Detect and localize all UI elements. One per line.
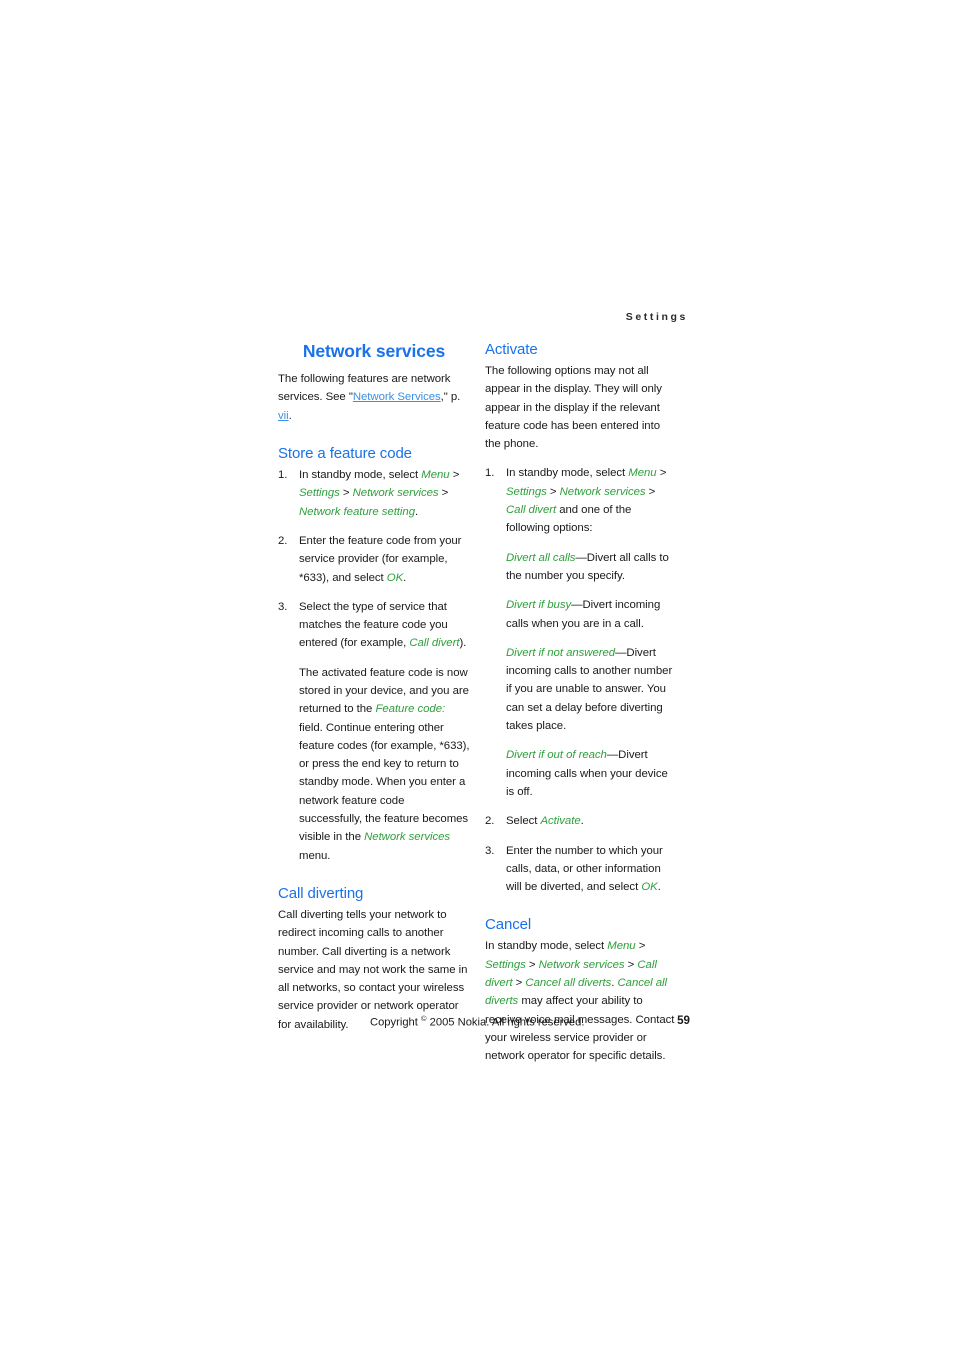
step-subparagraph: The activated feature code is now stored… bbox=[299, 664, 470, 865]
numbered-step: 2. Select Activate. bbox=[485, 812, 677, 830]
body-text: Enter the feature code from your service… bbox=[299, 534, 462, 584]
body-text: In standby mode, select bbox=[485, 940, 608, 953]
numbered-step: 1. In standby mode, select Menu > Setting… bbox=[278, 466, 470, 521]
numbered-step: 3. Select the type of service that matche… bbox=[278, 598, 470, 865]
section-heading-activate: Activate bbox=[485, 341, 538, 358]
body-text: Enter the number to which your calls, da… bbox=[506, 844, 663, 894]
path-separator: > bbox=[624, 958, 638, 971]
activate-intro-paragraph: The following options may not all appear… bbox=[485, 365, 662, 451]
option-definition: Divert if busy—Divert incoming calls whe… bbox=[485, 596, 677, 633]
ui-reference: Network services bbox=[538, 958, 625, 971]
body-text: . bbox=[580, 815, 584, 828]
ui-reference: Settings bbox=[299, 487, 340, 500]
xref-network-services[interactable]: Network Services bbox=[353, 391, 441, 403]
body-text: menu. bbox=[299, 849, 331, 862]
body-text: In standby mode, select bbox=[299, 469, 422, 482]
body-text: . bbox=[414, 505, 419, 518]
section-heading-store-a-feature-code: Store a feature code bbox=[278, 445, 412, 463]
ui-reference: Divert all calls bbox=[506, 551, 576, 564]
ui-reference: OK bbox=[386, 571, 404, 584]
body-text: —Divert incoming calls to another number… bbox=[506, 646, 673, 733]
ui-reference: Divert if busy bbox=[506, 599, 572, 612]
ui-reference: Call divert bbox=[506, 504, 557, 517]
manual-page: Settings Network services The following … bbox=[0, 0, 954, 1351]
ui-reference: Activate bbox=[540, 815, 581, 828]
path-separator: > bbox=[645, 485, 656, 498]
body-text: field. Continue entering other feature c… bbox=[299, 721, 470, 844]
path-separator: > bbox=[512, 977, 526, 990]
ui-reference: Divert if out of reach bbox=[506, 749, 607, 762]
right-column: Activate The following options may not a… bbox=[485, 341, 677, 1066]
step-text: Enter the feature code from your service… bbox=[299, 535, 461, 584]
ui-reference: Network services bbox=[364, 831, 451, 844]
option-definition: Divert if out of reach—Divert incoming c… bbox=[485, 746, 677, 801]
step-text: In standby mode, select Menu > Settings … bbox=[299, 469, 459, 518]
option-definition: Divert if not answered—Divert incoming c… bbox=[485, 644, 677, 735]
step-text: Enter the number to which your calls, da… bbox=[506, 845, 663, 894]
path-separator: > bbox=[546, 485, 560, 498]
ui-reference: Divert if not answered bbox=[506, 646, 616, 659]
copyright-text-before: Copyright bbox=[370, 1016, 421, 1029]
numbered-step: 3. Enter the number to which your calls, … bbox=[485, 842, 677, 897]
ui-reference: Call divert bbox=[409, 637, 460, 650]
step-text: Select Activate. bbox=[506, 815, 584, 827]
path-separator: > bbox=[635, 940, 646, 953]
path-separator: > bbox=[525, 958, 539, 971]
path-separator: > bbox=[449, 469, 460, 482]
body-text: . bbox=[657, 881, 661, 894]
step-number: 1. bbox=[278, 469, 288, 482]
store-feature-code-steps: 1. In standby mode, select Menu > Setting… bbox=[278, 466, 470, 865]
path-separator: > bbox=[438, 487, 449, 500]
ui-reference: Settings bbox=[506, 485, 547, 498]
step-number: 2. bbox=[278, 534, 288, 547]
intro-paragraph: The following features are network servi… bbox=[278, 370, 470, 425]
ui-reference: Network services bbox=[559, 485, 646, 498]
section-heading-call-diverting: Call diverting bbox=[278, 884, 364, 902]
ui-reference: Feature code: bbox=[375, 703, 446, 716]
ui-reference: Network services bbox=[352, 487, 439, 500]
ui-reference: OK bbox=[641, 881, 658, 894]
section-heading-cancel: Cancel bbox=[485, 916, 532, 934]
numbered-step: 1. In standby mode, select Menu > Setting… bbox=[485, 464, 677, 537]
xref-page-vii[interactable]: vii bbox=[278, 410, 289, 422]
page-number: 59 bbox=[677, 1014, 690, 1027]
activate-steps: 1. In standby mode, select Menu > Setting… bbox=[485, 464, 677, 896]
step-number: 2. bbox=[485, 815, 495, 828]
step-number: 1. bbox=[485, 467, 495, 480]
intro-text-after: . bbox=[288, 409, 292, 422]
body-text: ). bbox=[459, 637, 467, 650]
copyright-text-after: 2005 Nokia. All rights reserved. bbox=[426, 1016, 585, 1029]
cancel-paragraph: In standby mode, select Menu > Settings … bbox=[485, 937, 677, 1065]
ui-reference: Cancel all diverts bbox=[525, 977, 612, 990]
body-text: In standby mode, select bbox=[506, 467, 629, 480]
left-column: Network services The following features … bbox=[278, 341, 470, 1034]
ui-reference: Settings bbox=[485, 958, 526, 971]
body-text: Select bbox=[506, 815, 541, 828]
step-text: Select the type of service that matches … bbox=[299, 601, 466, 650]
step-number: 3. bbox=[485, 844, 495, 857]
option-definition: Divert all calls—Divert all calls to the… bbox=[485, 549, 677, 586]
numbered-step: 2. Enter the feature code from your servi… bbox=[278, 532, 470, 587]
running-header: Settings bbox=[625, 311, 688, 323]
page-title: Network services bbox=[302, 341, 446, 361]
path-separator: > bbox=[656, 467, 667, 480]
ui-reference: Network feature setting bbox=[299, 505, 415, 518]
step-text: In standby mode, select Menu > Settings … bbox=[506, 467, 666, 534]
ui-reference: Menu bbox=[421, 469, 450, 482]
body-text: . bbox=[403, 571, 407, 584]
copyright-notice: Copyright © 2005 Nokia. All rights reser… bbox=[370, 1014, 584, 1029]
ui-reference: Menu bbox=[607, 940, 636, 953]
intro-text-mid: ," p. bbox=[440, 391, 461, 404]
path-separator: > bbox=[339, 487, 353, 500]
step-number: 3. bbox=[278, 600, 288, 613]
ui-reference: Menu bbox=[628, 467, 657, 480]
